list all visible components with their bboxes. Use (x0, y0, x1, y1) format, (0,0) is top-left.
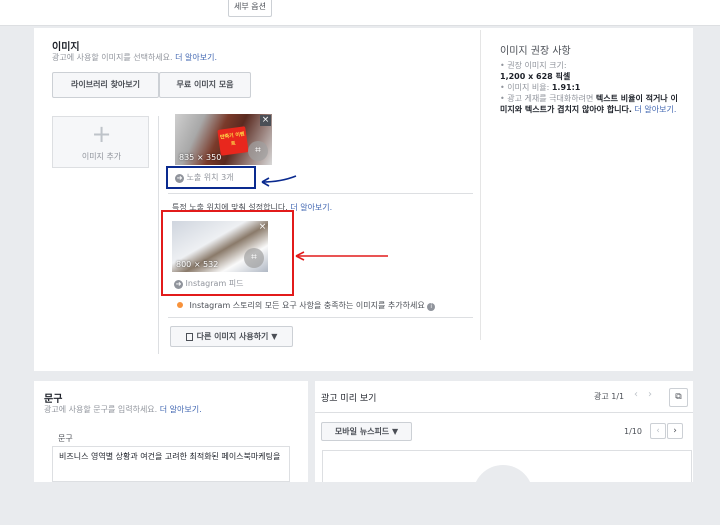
external-link-icon[interactable]: ⧉ (669, 388, 688, 407)
recommendation-value: 1,200 x 628 픽셀 (500, 72, 571, 81)
other-image-button[interactable]: 다른 이미지 사용하기 ▼ (170, 326, 293, 347)
recommendation-item: • 권장 이미지 크기: (500, 61, 567, 70)
red-arrow-icon (295, 251, 388, 261)
text-section-title: 문구 (44, 394, 63, 405)
image-learn-more-link[interactable]: 더 알아보기. (175, 53, 217, 62)
placement-dropdown[interactable]: 모바일 뉴스피드 ▼ (321, 422, 412, 441)
text-section-subtitle: 광고에 사용할 문구를 입력하세요. 더 알아보기. (44, 405, 202, 414)
image-thumbnail-1[interactable]: 반죽기 이벤트 835 × 350 ⌗ (175, 114, 272, 165)
warning-divider (168, 317, 473, 318)
recommendation-learn-more-link[interactable]: 더 알아보기. (635, 105, 677, 114)
free-images-button[interactable]: 무료 이미지 모음 (159, 72, 251, 98)
preview-placeholder-avatar (473, 465, 533, 525)
crop-icon[interactable]: ⌗ (248, 141, 268, 161)
chevron-right-icon[interactable]: › (648, 389, 652, 400)
recommendations-list: • 권장 이미지 크기: 1,200 x 628 픽셀 • 이미지 비율: 1.… (500, 60, 682, 115)
preview-divider (315, 412, 693, 413)
recommendation-item: • 이미지 비율: 1.91:1 (500, 83, 581, 92)
specific-learn-more-link[interactable]: 더 알아보기. (290, 203, 332, 212)
plus-icon: + (91, 120, 112, 148)
close-icon[interactable]: × (260, 115, 271, 126)
thumbnail-1-dims: 835 × 350 (179, 153, 222, 162)
ad-count: 광고 1/1 (594, 392, 625, 401)
thumbnail-badge: 반죽기 이벤트 (217, 126, 249, 156)
preview-frame (322, 450, 692, 525)
add-image-label: 이미지 추가 (81, 152, 122, 161)
top-bar (0, 0, 720, 26)
chevron-left-icon[interactable]: ‹ (634, 389, 638, 400)
blue-arrow-icon (261, 175, 297, 187)
caret-down-icon: ▼ (271, 332, 278, 341)
placement-divider (168, 193, 473, 194)
detail-options-button[interactable]: 세부 옵션 (228, 0, 272, 17)
image-section-subtitle: 광고에 사용할 이미지를 선택하세요. 더 알아보기. (52, 53, 218, 62)
page-count: 1/10 (624, 427, 642, 436)
image-stack-icon (185, 332, 193, 341)
image-section-title: 이미지 (52, 42, 80, 53)
text-field[interactable]: 비즈니스 영역별 상황과 여건을 고려한 최적화된 페이스북마케팅을 (52, 446, 290, 482)
chevron-left-icon[interactable]: ‹ (650, 423, 666, 439)
recommendations-title: 이미지 권장 사항 (500, 46, 571, 57)
preview-title: 광고 미리 보기 (321, 394, 377, 404)
warning-dot-icon (177, 302, 183, 308)
add-image-box[interactable]: + 이미지 추가 (52, 116, 149, 168)
text-learn-more-link[interactable]: 더 알아보기. (160, 405, 202, 414)
info-icon[interactable]: i (427, 303, 436, 311)
text-field-label: 문구 (58, 434, 73, 443)
chevron-right-icon[interactable]: › (667, 423, 683, 439)
recommendation-note: • 광고 게재를 극대화하려면 텍스트 비율이 적거나 이미지와 텍스트가 겹치… (500, 94, 678, 114)
images-divider (158, 116, 159, 354)
library-browse-button[interactable]: 라이브러리 찾아보기 (52, 72, 159, 98)
caret-down-icon: ▼ (391, 427, 399, 436)
annotation-red-box (161, 210, 294, 296)
panel-divider (480, 30, 481, 340)
stories-warning: Instagram 스토리의 모든 요구 사항을 충족하는 이미지를 추가하세요… (177, 300, 436, 311)
annotation-blue-box (166, 166, 256, 189)
